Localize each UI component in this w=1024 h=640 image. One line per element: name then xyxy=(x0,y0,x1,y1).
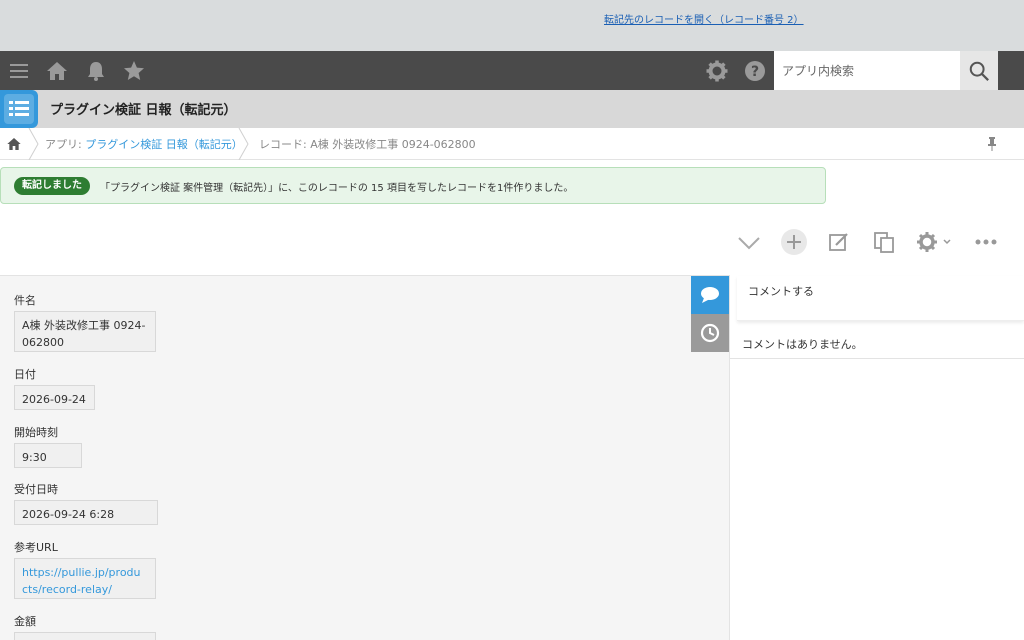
field-value-date: 2026-09-24 xyxy=(14,385,95,410)
field-value-line: 062800 xyxy=(22,336,64,349)
comments-tab[interactable] xyxy=(691,276,729,314)
search-button[interactable] xyxy=(960,51,998,90)
breadcrumb-separator xyxy=(28,128,39,160)
bell-icon[interactable] xyxy=(84,59,108,83)
field-label: 金額 xyxy=(14,615,36,628)
breadcrumb-app: アプリ: プラグイン検証 日報（転記元） xyxy=(45,136,243,152)
field-label: 受付日時 xyxy=(14,483,58,496)
field-label: 件名 xyxy=(14,294,36,307)
history-tab[interactable] xyxy=(691,314,729,352)
home-icon[interactable] xyxy=(45,59,69,83)
help-icon[interactable]: ? xyxy=(743,59,767,83)
gear-icon xyxy=(917,232,951,252)
success-notice: 転記しました 「プラグイン検証 案件管理（転記先）」に、このレコードの 15 項… xyxy=(0,167,826,204)
more-options-icon[interactable] xyxy=(973,229,999,255)
breadcrumb-record: レコード: A棟 外装改修工事 0924-062800 xyxy=(259,138,476,151)
breadcrumb-separator xyxy=(238,128,249,160)
notice-message: 「プラグイン検証 案件管理（転記先）」に、このレコードの 15 項目を写したレコ… xyxy=(100,183,574,194)
comment-list: コメントはありません。 xyxy=(730,323,1024,359)
open-destination-record-link[interactable]: 転記先のレコードを開く（レコード番号 2） xyxy=(604,11,804,26)
breadcrumb-app-link[interactable]: プラグイン検証 日報（転記元） xyxy=(85,138,243,151)
list-icon xyxy=(9,101,29,116)
field-value-amount xyxy=(14,632,156,640)
comment-input-placeholder: コメントする xyxy=(748,285,814,298)
speech-bubble-icon xyxy=(701,287,719,303)
add-record-button[interactable] xyxy=(781,229,807,255)
gear-icon[interactable] xyxy=(705,59,729,83)
browser-top-bar xyxy=(0,0,1024,51)
settings-menu-button[interactable] xyxy=(915,229,953,255)
comment-input[interactable]: コメントする xyxy=(737,276,1024,321)
edit-record-button[interactable] xyxy=(826,229,852,255)
history-icon xyxy=(700,323,720,343)
search-icon xyxy=(969,61,989,81)
url-link[interactable]: cts/record-relay/ xyxy=(22,581,148,598)
no-comments-message: コメントはありません。 xyxy=(742,338,863,351)
app-search-input[interactable] xyxy=(774,51,960,90)
copy-icon xyxy=(874,232,894,253)
menu-icon[interactable] xyxy=(7,59,31,83)
field-value-title: A棟 外装改修工事 0924- 062800 xyxy=(14,311,156,352)
app-title: プラグイン検証 日報（転記元） xyxy=(50,103,237,118)
breadcrumb-app-prefix: アプリ: xyxy=(45,138,86,151)
field-value-received-datetime: 2026-09-24 6:28 xyxy=(14,500,158,525)
duplicate-record-button[interactable] xyxy=(871,229,897,255)
breadcrumb-home-icon[interactable] xyxy=(6,136,22,152)
field-value-line: A棟 外装改修工事 0924- xyxy=(22,319,146,332)
star-icon[interactable] xyxy=(122,59,146,83)
pin-icon[interactable] xyxy=(985,136,999,152)
field-value-start-time: 9:30 xyxy=(14,443,82,468)
field-label: 日付 xyxy=(14,368,36,381)
svg-text:?: ? xyxy=(751,64,759,80)
url-link[interactable]: https://pullie.jp/produ xyxy=(22,564,148,581)
field-label: 開始時刻 xyxy=(14,426,58,439)
field-value-url: https://pullie.jp/produ cts/record-relay… xyxy=(14,558,156,599)
plus-icon xyxy=(787,235,801,249)
app-icon[interactable] xyxy=(0,90,38,128)
field-label: 参考URL xyxy=(14,541,58,554)
status-badge: 転記しました xyxy=(14,177,90,195)
edit-icon xyxy=(829,233,848,251)
chevron-down-icon[interactable] xyxy=(736,229,762,255)
breadcrumb: アプリ: プラグイン検証 日報（転記元） レコード: A棟 外装改修工事 092… xyxy=(0,128,1024,160)
